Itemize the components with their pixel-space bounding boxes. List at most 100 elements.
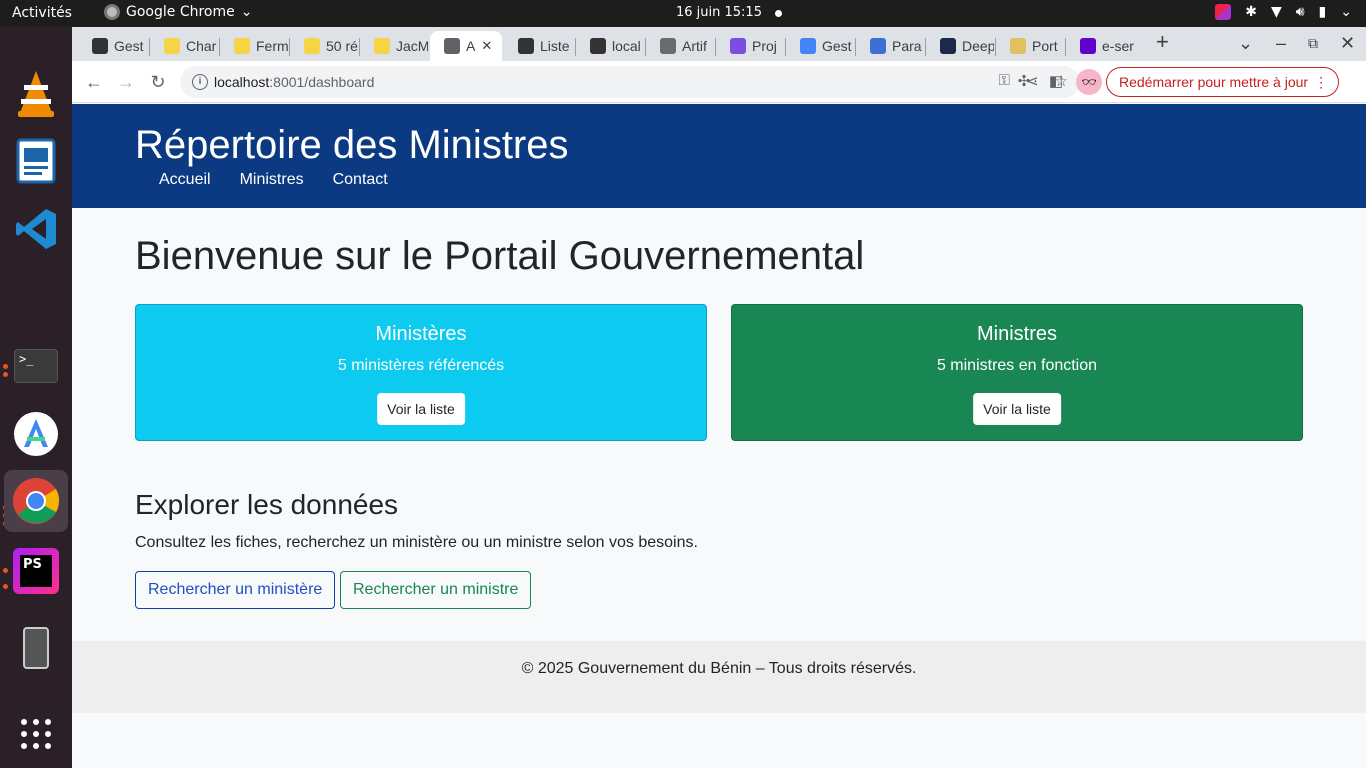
tab-label: Ferm [256, 38, 288, 54]
tab-favicon-icon [800, 38, 816, 54]
tab-6[interactable]: Liste [504, 31, 574, 61]
tab-label: e-ser [1102, 38, 1134, 54]
libreoffice-impress-icon[interactable] [8, 133, 64, 189]
tab-5[interactable]: A ✕ [430, 31, 502, 61]
search-ministre-button[interactable]: Rechercher un ministre [340, 571, 532, 609]
card-title: Ministres [976, 323, 1057, 345]
tab-label: A [466, 38, 476, 54]
tab-3[interactable]: 50 ré [290, 31, 358, 61]
card-title: Ministères [375, 323, 467, 345]
profile-avatar[interactable]: 👓︎ [1076, 69, 1102, 95]
tab-label: Gest [822, 38, 852, 54]
new-tab-button[interactable]: + [1156, 29, 1169, 55]
chevron-down-icon: ⌄ [240, 4, 253, 20]
tab-favicon-icon [870, 38, 886, 54]
phone-icon[interactable] [8, 620, 64, 676]
system-tray[interactable]: ✱ ▼ 🔊︎ ▮ ⌄ [1215, 4, 1352, 20]
address-bar[interactable]: i localhost:8001/dashboard ⚿ ⋖ ☆ [180, 66, 1080, 98]
ministres-card: Ministres 5 ministres en fonction Voir l… [731, 304, 1303, 441]
footer-text: © 2025 Gouvernement du Bénin – Tous droi… [521, 660, 917, 677]
tab-favicon-icon [660, 38, 676, 54]
voir-ministres-button[interactable]: Voir la liste [973, 393, 1061, 425]
vlc-icon[interactable] [8, 65, 64, 121]
tab-11[interactable]: Para [856, 31, 924, 61]
close-window-button[interactable]: ✕ [1340, 33, 1355, 54]
nav-link-contact[interactable]: Contact [333, 171, 388, 189]
forward-button[interactable]: → [114, 70, 138, 94]
tab-label: JacM [396, 38, 428, 54]
tab-9[interactable]: Proj [716, 31, 784, 61]
nav-link-ministres[interactable]: Ministres [240, 171, 304, 189]
clock[interactable]: 16 juin 15:15 [676, 5, 762, 20]
terminal-icon[interactable]: >_ [8, 338, 64, 394]
browser-toolbar: ← → ↻ i localhost:8001/dashboard ⚿ ⋖ ☆ ✣… [72, 61, 1366, 103]
tab-7[interactable]: local [576, 31, 644, 61]
tab-label: Artif [682, 38, 707, 54]
wifi-icon: ▼ [1270, 4, 1282, 20]
notification-dot [775, 10, 782, 17]
nav-link-accueil[interactable]: Accueil [159, 171, 211, 189]
url-text[interactable]: localhost:8001/dashboard [214, 74, 374, 90]
close-tab-icon[interactable]: ✕ [481, 38, 492, 54]
tab-label: 50 ré [326, 38, 358, 54]
minimize-button[interactable]: – [1276, 33, 1286, 54]
tab-10[interactable]: Gest [786, 31, 854, 61]
tab-favicon-icon [1010, 38, 1026, 54]
tab-0[interactable]: Gest [78, 31, 148, 61]
tab-2[interactable]: Ferm [220, 31, 288, 61]
tab-favicon-icon [164, 38, 180, 54]
kebab-menu-icon[interactable]: ⋮ [1314, 68, 1328, 96]
tab-label: Deep [962, 38, 994, 54]
voir-ministeres-button[interactable]: Voir la liste [377, 393, 465, 425]
dock: >_ PS [0, 27, 72, 768]
back-button[interactable]: ← [82, 70, 106, 94]
dock-item-partial[interactable] [8, 11, 64, 31]
tab-label: Liste [540, 38, 570, 54]
explore-text: Consultez les fiches, recherchez un mini… [135, 534, 698, 551]
app-indicator-icon[interactable] [1215, 4, 1232, 20]
tab-favicon-icon [92, 38, 108, 54]
tab-8[interactable]: Artif [646, 31, 714, 61]
android-studio-icon[interactable] [8, 406, 64, 462]
site-footer: © 2025 Gouvernement du Bénin – Tous droi… [72, 641, 1366, 713]
chrome-icon [104, 4, 120, 20]
tab-label: Para [892, 38, 922, 54]
key-icon[interactable]: ⚿ [999, 72, 1010, 90]
tab-label: local [612, 38, 641, 54]
search-ministere-button[interactable]: Rechercher un ministère [135, 571, 336, 609]
tab-13[interactable]: Port [996, 31, 1064, 61]
card-text: 5 ministres en fonction [936, 357, 1098, 374]
tab-1[interactable]: Char [150, 31, 218, 61]
system-top-bar: Activités Google Chrome ⌄ 16 juin 15:15 … [0, 0, 1366, 27]
update-button[interactable]: Redémarrer pour mettre à jour ⋮ [1106, 67, 1340, 97]
tab-label: Char [186, 38, 217, 54]
site-nav: Accueil Ministres Contact [159, 171, 417, 189]
app-grid-icon[interactable] [8, 706, 64, 762]
battery-icon: ▮ [1318, 4, 1327, 20]
tab-favicon-icon [374, 38, 390, 54]
maximize-button[interactable]: ⧉ [1308, 35, 1318, 52]
extensions-icon[interactable]: ✣ [1014, 72, 1034, 92]
slack-icon[interactable]: ✱ [1245, 4, 1257, 20]
reload-button[interactable]: ↻ [146, 70, 170, 94]
site-title: Répertoire des Ministres [135, 123, 569, 167]
tab-search-button[interactable]: ⌄ [1238, 33, 1253, 54]
app-menu[interactable]: Google Chrome ⌄ [104, 4, 252, 20]
side-panel-icon[interactable]: ◧ [1046, 72, 1066, 92]
tab-favicon-icon [444, 38, 460, 54]
tab-4[interactable]: JacM [360, 31, 428, 61]
tab-label: Port [1032, 38, 1058, 54]
chrome-icon[interactable] [4, 470, 68, 532]
tab-favicon-icon [730, 38, 746, 54]
vscode-icon[interactable] [8, 201, 64, 257]
tab-favicon-icon [1080, 38, 1096, 54]
chevron-down-icon[interactable]: ⌄ [1340, 4, 1352, 20]
tab-12[interactable]: Deep [926, 31, 994, 61]
tab-14[interactable]: e-ser [1066, 31, 1134, 61]
phpstorm-icon[interactable]: PS [8, 543, 64, 599]
tab-favicon-icon [940, 38, 956, 54]
page-viewport: Répertoire des Ministres Accueil Ministr… [72, 104, 1366, 768]
site-info-icon[interactable]: i [192, 74, 208, 90]
site-header: Répertoire des Ministres Accueil Ministr… [72, 104, 1366, 208]
tab-favicon-icon [234, 38, 250, 54]
